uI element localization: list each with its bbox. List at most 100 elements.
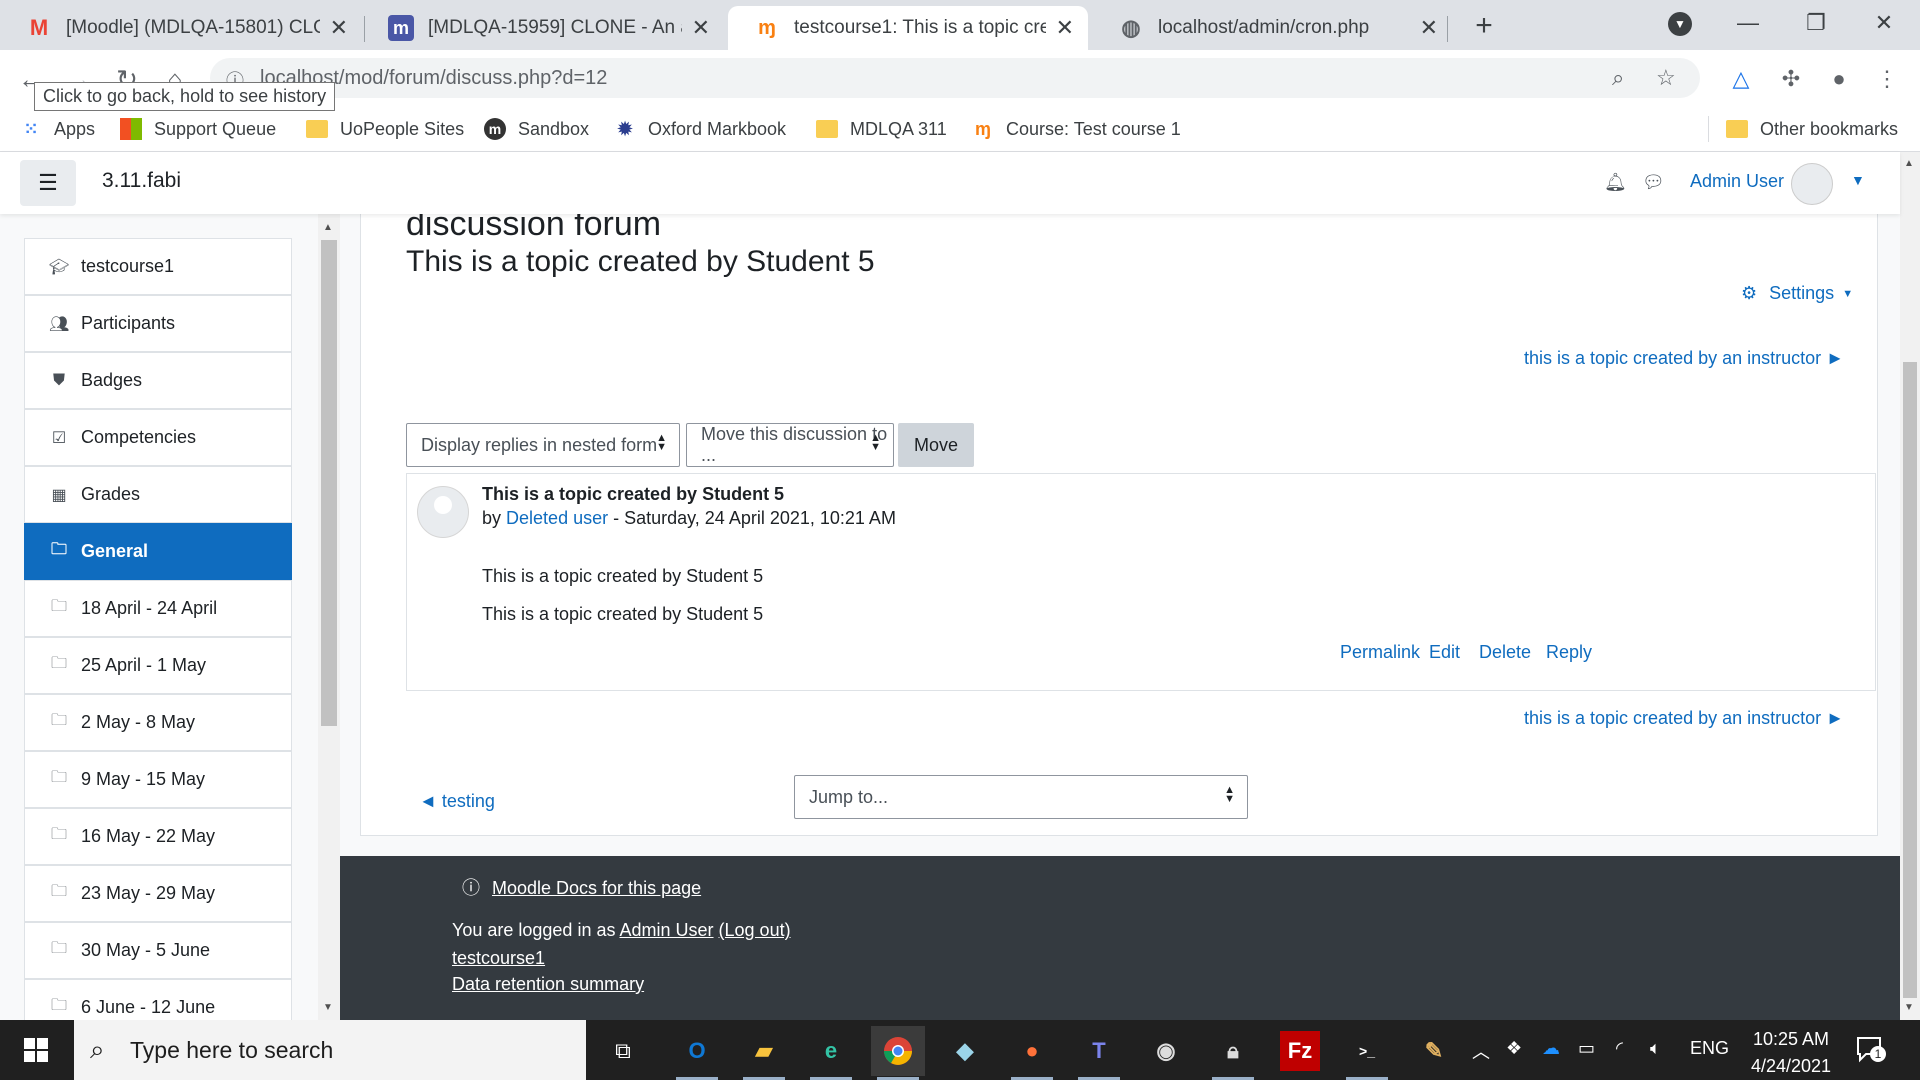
firefox-icon[interactable]: ● xyxy=(1005,1026,1059,1080)
move-button[interactable]: Move xyxy=(898,423,974,467)
windows-start-button[interactable] xyxy=(0,1020,72,1080)
user-menu-caret-icon[interactable]: ▼ xyxy=(1851,172,1865,188)
taskbar-clock[interactable]: 10:25 AM 4/24/2021 xyxy=(1736,1026,1846,1080)
bookmark-mdlqa[interactable]: MDLQA 311 xyxy=(816,114,947,144)
drawer-item-section[interactable]: 🗀︎ 16 May - 22 May xyxy=(24,808,292,865)
drawer-item-participants[interactable]: 👥︎ Participants xyxy=(24,295,292,352)
footer-course-link[interactable]: testcourse1 xyxy=(452,948,545,969)
file-explorer-icon[interactable]: ▰ xyxy=(737,1026,791,1080)
drawer-toggle-button[interactable]: ☰ xyxy=(20,160,76,206)
drawer-item-section[interactable]: 🗀︎ 23 May - 29 May xyxy=(24,865,292,922)
drawer-item-section[interactable]: 🗀︎ 18 April - 24 April xyxy=(24,580,292,637)
browser-tab-tracker[interactable]: m [MDLQA-15959] CLONE - An adm ✕ xyxy=(362,6,724,50)
scroll-up-icon[interactable]: ▲ xyxy=(1904,158,1914,169)
address-bar[interactable]: ⓘ localhost/mod/forum/discuss.php?d=12 ⌕… xyxy=(210,58,1700,98)
drawer-scrollbar[interactable]: ▲ ▼ xyxy=(318,214,340,1020)
drawer-scrollbar-thumb[interactable] xyxy=(321,240,337,726)
browser-tab-cron[interactable]: ◍ localhost/admin/cron.php ✕ xyxy=(1092,6,1452,50)
new-tab-button[interactable]: + xyxy=(1466,8,1502,44)
reply-link[interactable]: Reply xyxy=(1546,642,1592,663)
extensions-icon[interactable]: ✣ xyxy=(1776,64,1806,94)
display-mode-select[interactable]: Display replies in nested form ▲ ▼ xyxy=(406,423,680,467)
filezilla-icon[interactable]: Fz xyxy=(1280,1031,1320,1071)
obs-icon[interactable]: ◉ xyxy=(1139,1026,1193,1076)
drawer-item-general[interactable]: 🗀︎ General xyxy=(24,523,292,580)
bookmark-star-icon[interactable]: ☆ xyxy=(1656,65,1676,91)
bookmark-oxford[interactable]: ✹ Oxford Markbook xyxy=(614,114,786,144)
battery-icon[interactable]: ▭ xyxy=(1578,1038,1595,1059)
task-view-icon[interactable]: ⧉ xyxy=(596,1026,650,1076)
notepad-icon[interactable]: ◆ xyxy=(938,1026,992,1076)
browser-tab-gmail[interactable]: M [Moodle] (MDLQA-15801) CLONE ✕ xyxy=(0,6,362,50)
drawer-item-section[interactable]: 🗀︎ 6 June - 12 June xyxy=(24,979,292,1020)
menu-icon[interactable]: ⋮ xyxy=(1872,64,1902,94)
moodle-docs-link[interactable]: Moodle Docs for this page xyxy=(492,878,701,898)
outlook-icon[interactable]: O xyxy=(670,1026,724,1080)
move-discussion-select[interactable]: Move this discussion to ... ▲ ▼ xyxy=(686,423,894,467)
post-author-avatar[interactable] xyxy=(417,486,469,538)
bookmark-other[interactable]: Other bookmarks xyxy=(1726,114,1898,144)
next-discussion-link[interactable]: this is a topic created by an instructor… xyxy=(1524,348,1844,369)
minimize-icon[interactable]: — xyxy=(1718,4,1778,42)
drawer-item-competencies[interactable]: ☑ Competencies xyxy=(24,409,292,466)
close-window-icon[interactable]: ✕ xyxy=(1854,4,1914,42)
drawer-item-course[interactable]: 🎓︎ testcourse1 xyxy=(24,238,292,295)
data-retention-link[interactable]: Data retention summary xyxy=(452,974,644,994)
jump-to-select[interactable]: Jump to... ▲ ▼ xyxy=(794,775,1248,819)
language-indicator[interactable]: ENG xyxy=(1690,1038,1729,1059)
profile-icon[interactable]: ● xyxy=(1824,64,1854,94)
bookmark-apps[interactable]: ⁙ Apps xyxy=(20,114,95,144)
previous-discussion-link[interactable]: ◄ testing xyxy=(419,791,495,812)
notification-center-icon[interactable]: 1 xyxy=(1856,1036,1886,1064)
tray-overflow-icon[interactable]: ︿ xyxy=(1472,1038,1490,1064)
post-author-link[interactable]: Deleted user xyxy=(506,508,608,528)
close-tab-icon[interactable]: ✕ xyxy=(330,15,348,41)
edge-icon[interactable]: e xyxy=(804,1026,858,1080)
page-scrollbar[interactable]: ▲ ▼ xyxy=(1900,152,1920,1020)
drawer-item-badges[interactable]: ⛊ Badges xyxy=(24,352,292,409)
browser-tab-active[interactable]: ɱ testcourse1: This is a topic created ✕ xyxy=(728,6,1088,50)
tab-search-icon[interactable]: ▼ xyxy=(1668,12,1692,36)
bookmark-sandbox[interactable]: m Sandbox xyxy=(484,114,589,144)
scroll-down-icon[interactable]: ▼ xyxy=(1904,1002,1914,1013)
message-icon[interactable]: 💬︎ xyxy=(1642,172,1665,193)
next-discussion-link[interactable]: this is a topic created by an instructor… xyxy=(1524,708,1844,729)
bookmark-support-queue[interactable]: Support Queue xyxy=(120,114,276,144)
close-tab-icon[interactable]: ✕ xyxy=(1056,15,1074,41)
bookmark-uopeople[interactable]: UoPeople Sites xyxy=(306,114,464,144)
scroll-down-icon[interactable]: ▼ xyxy=(323,1002,333,1013)
terminal-icon[interactable]: >_ xyxy=(1340,1026,1394,1080)
scroll-up-icon[interactable]: ▲ xyxy=(323,222,333,233)
taskbar-search-input[interactable]: ⌕ Type here to search xyxy=(74,1020,586,1080)
bell-icon[interactable]: 🔔︎ xyxy=(1604,172,1627,193)
drawer-item-section[interactable]: 🗀︎ 25 April - 1 May xyxy=(24,637,292,694)
close-tab-icon[interactable]: ✕ xyxy=(692,15,710,41)
drawer-item-section[interactable]: 🗀︎ 2 May - 8 May xyxy=(24,694,292,751)
restore-icon[interactable]: ❐ xyxy=(1786,4,1846,42)
edit-link[interactable]: Edit xyxy=(1429,642,1460,663)
chrome-icon[interactable] xyxy=(871,1026,925,1080)
settings-menu[interactable]: ⚙ Settings ▼ xyxy=(1741,283,1853,304)
paint-icon[interactable]: ✎ xyxy=(1407,1026,1461,1076)
vpn-lock-icon[interactable]: 🔒︎ xyxy=(1206,1026,1260,1080)
drive-extension-icon[interactable]: △ xyxy=(1726,64,1756,94)
delete-link[interactable]: Delete xyxy=(1479,642,1531,663)
drawer-item-section[interactable]: 🗀︎ 30 May - 5 June xyxy=(24,922,292,979)
drawer-item-grades[interactable]: ▦ Grades xyxy=(24,466,292,523)
onedrive-icon[interactable]: ☁ xyxy=(1542,1038,1560,1059)
drawer-item-section[interactable]: 🗀︎ 9 May - 15 May xyxy=(24,751,292,808)
dropbox-icon[interactable]: ❖ xyxy=(1506,1038,1522,1059)
footer-user-link[interactable]: Admin User xyxy=(619,920,713,940)
page-scrollbar-thumb[interactable] xyxy=(1903,362,1917,998)
user-name[interactable]: Admin User xyxy=(1690,171,1784,192)
avatar[interactable] xyxy=(1791,163,1833,205)
footer-course-link-text[interactable]: testcourse1 xyxy=(452,948,545,968)
permalink-link[interactable]: Permalink xyxy=(1340,642,1420,663)
wifi-icon[interactable]: ◜ xyxy=(1616,1038,1623,1059)
logout-link[interactable]: (Log out) xyxy=(719,920,791,940)
bookmark-course[interactable]: ɱ Course: Test course 1 xyxy=(972,114,1181,144)
teams-icon[interactable]: T xyxy=(1072,1026,1126,1080)
zoom-icon[interactable]: ⌕ xyxy=(1612,65,1624,91)
site-name[interactable]: 3.11.fabi xyxy=(102,169,181,193)
volume-icon[interactable]: 🔈︎ xyxy=(1650,1038,1661,1059)
